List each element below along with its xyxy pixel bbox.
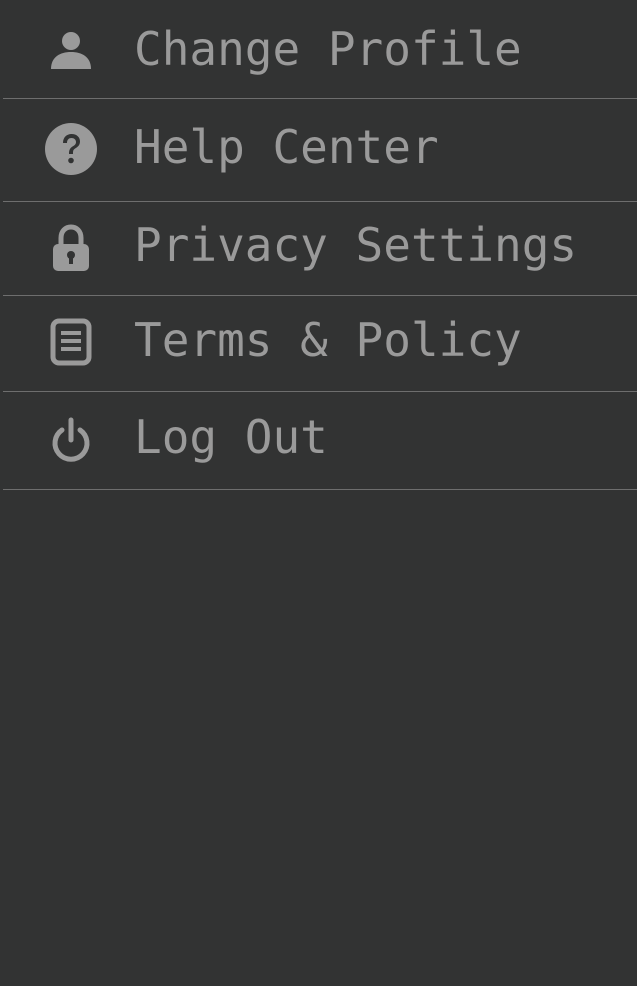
- document-icon: [39, 316, 103, 368]
- menu-item-label: Change Profile: [134, 22, 522, 76]
- user-icon: [39, 26, 103, 74]
- menu-item-label: Help Center: [134, 120, 439, 174]
- menu-item-terms-policy[interactable]: Terms & Policy: [3, 296, 637, 392]
- power-icon: [39, 414, 103, 466]
- lock-icon: [39, 222, 103, 274]
- menu-item-label: Log Out: [134, 410, 328, 464]
- menu-item-change-profile[interactable]: Change Profile: [3, 0, 637, 99]
- menu-item-help-center[interactable]: Help Center: [3, 99, 637, 202]
- menu-item-label: Privacy Settings: [134, 218, 578, 272]
- menu-item-privacy-settings[interactable]: Privacy Settings: [3, 202, 637, 296]
- menu-item-log-out[interactable]: Log Out: [3, 392, 637, 490]
- menu-item-label: Terms & Policy: [134, 313, 522, 367]
- question-circle-icon: [39, 121, 103, 177]
